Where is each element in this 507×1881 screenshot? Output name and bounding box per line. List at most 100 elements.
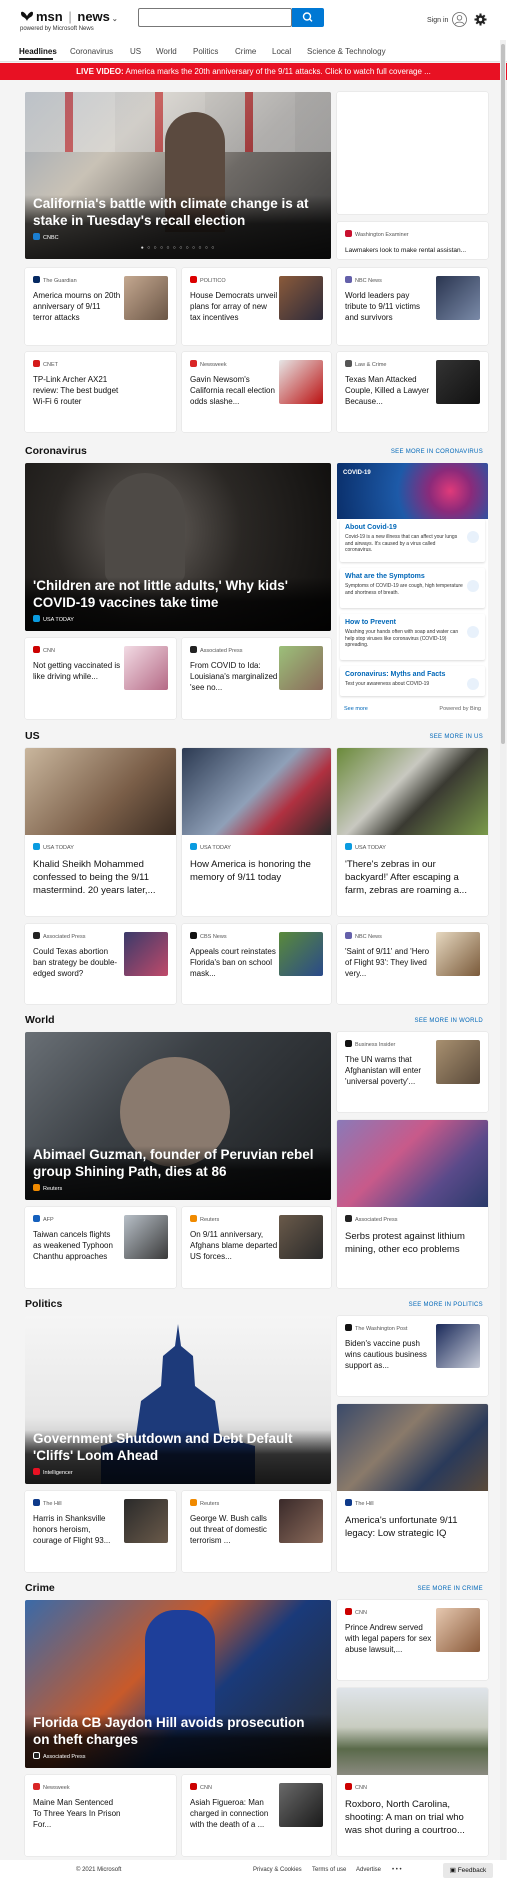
card-title[interactable]: Khalid Sheikh Mohammed confessed to bein…: [33, 858, 169, 897]
card-title[interactable]: Texas Man Attacked Couple, Killed a Lawy…: [345, 374, 433, 407]
covid-prevent-item[interactable]: How to Prevent Washing your hands often …: [340, 614, 485, 660]
card-title[interactable]: Serbs protest against lithium mining, ot…: [345, 1230, 481, 1256]
advertise-link[interactable]: Advertise: [356, 1867, 381, 1873]
msn-logo[interactable]: msn | news ⌄: [20, 9, 118, 24]
hero-title[interactable]: California's battle with climate change …: [33, 195, 323, 229]
card-title[interactable]: George W. Bush calls out threat of domes…: [190, 1513, 278, 1546]
covid-item-heading[interactable]: Coronavirus: Myths and Facts: [345, 671, 445, 678]
crime-side-card[interactable]: CNN Prince Andrew served with legal pape…: [337, 1600, 488, 1680]
see-more-coronavirus[interactable]: SEE MORE IN CORONAVIRUS: [391, 449, 483, 455]
us-card-2[interactable]: CBS News Appeals court reinstates Florid…: [182, 924, 331, 1004]
world-hero[interactable]: Abimael Guzman, founder of Peruvian rebe…: [25, 1032, 331, 1200]
crime-card-2[interactable]: CNN Asiah Figueroa: Man charged in conne…: [182, 1775, 331, 1856]
covid-see-more[interactable]: See more: [344, 706, 368, 712]
card-title[interactable]: Maine Man Sentenced To Three Years In Pr…: [33, 1797, 121, 1830]
section-heading-politics[interactable]: Politics: [25, 1298, 62, 1310]
headline-card-1[interactable]: The Guardian America mourns on 20th anni…: [25, 268, 176, 345]
see-more-us[interactable]: SEE MORE IN US: [429, 734, 483, 740]
tab-crime[interactable]: Crime: [235, 47, 256, 56]
card-title[interactable]: Gavin Newsom's California recall electio…: [190, 374, 278, 407]
card-title[interactable]: Taiwan cancels flights as weakened Typho…: [33, 1229, 121, 1262]
see-more-politics[interactable]: SEE MORE IN POLITICS: [409, 1302, 483, 1308]
section-heading-us[interactable]: US: [25, 730, 40, 742]
section-heading-crime[interactable]: Crime: [25, 1582, 55, 1594]
headline-card-4[interactable]: CNET TP-Link Archer AX21 review: The bes…: [25, 352, 176, 432]
us-big-card-1[interactable]: USA TODAY Khalid Sheikh Mohammed confess…: [25, 748, 176, 916]
see-more-world[interactable]: SEE MORE IN WORLD: [415, 1018, 483, 1024]
headline-card-3[interactable]: NBC News World leaders pay tribute to 9/…: [337, 268, 488, 345]
world-side-card[interactable]: Business Insider The UN warns that Afgha…: [337, 1032, 488, 1112]
hero-title[interactable]: 'Children are not little adults,' Why ki…: [33, 577, 323, 611]
world-card-2[interactable]: Reuters On 9/11 anniversary, Afghans bla…: [182, 1207, 331, 1288]
card-title[interactable]: TP-Link Archer AX21 review: The best bud…: [33, 374, 121, 407]
hero-title[interactable]: Florida CB Jaydon Hill avoids prosecutio…: [33, 1714, 323, 1748]
card-title[interactable]: Prince Andrew served with legal papers f…: [345, 1622, 433, 1655]
card-title[interactable]: From COVID to Ida: Louisiana's marginali…: [190, 660, 278, 693]
coronavirus-hero[interactable]: 'Children are not little adults,' Why ki…: [25, 463, 331, 631]
card-title[interactable]: On 9/11 anniversary, Afghans blame depar…: [190, 1229, 278, 1262]
breaking-news-banner[interactable]: LIVE VIDEO: America marks the 20th anniv…: [0, 63, 507, 80]
politics-card-1[interactable]: The Hill Harris in Shanksville honors he…: [25, 1491, 176, 1572]
world-card-1[interactable]: AFP Taiwan cancels flights as weakened T…: [25, 1207, 176, 1288]
card-title[interactable]: Appeals court reinstates Florida's ban o…: [190, 946, 278, 979]
card-title[interactable]: Harris in Shanksville honors heroism, co…: [33, 1513, 121, 1546]
card-title[interactable]: The UN warns that Afghanistan will enter…: [345, 1054, 433, 1087]
card-title[interactable]: World leaders pay tribute to 9/11 victim…: [345, 290, 433, 323]
card-title[interactable]: America's unfortunate 9/11 legacy: Low s…: [345, 1514, 481, 1540]
carousel-dots[interactable]: ● ○ ○ ○ ○ ○ ○ ○ ○ ○ ○ ○: [33, 245, 323, 251]
scrollbar-thumb[interactable]: [501, 44, 505, 744]
us-card-3[interactable]: NBC News 'Saint of 9/11' and 'Hero of Fl…: [337, 924, 488, 1004]
card-title[interactable]: Lawmakers look to make rental assistan..…: [345, 245, 466, 256]
headline-card-2[interactable]: POLITICO House Democrats unveil plans fo…: [182, 268, 331, 345]
tab-us[interactable]: US: [130, 47, 141, 56]
card-title[interactable]: Asiah Figueroa: Man charged in connectio…: [190, 1797, 278, 1830]
section-heading-world[interactable]: World: [25, 1014, 55, 1026]
politics-hero[interactable]: Government Shutdown and Debt Default 'Cl…: [25, 1316, 331, 1484]
tab-science-technology[interactable]: Science & Technology: [307, 47, 386, 56]
us-card-1[interactable]: Associated Press Could Texas abortion ba…: [25, 924, 176, 1004]
search-input[interactable]: [138, 8, 292, 27]
crime-side-big-card[interactable]: CNN Roxboro, North Carolina, shooting: A…: [337, 1688, 488, 1856]
card-title[interactable]: Roxboro, North Carolina, shooting: A man…: [345, 1798, 481, 1837]
us-big-card-3[interactable]: USA TODAY 'There's zebras in our backyar…: [337, 748, 488, 916]
card-title[interactable]: How America is honoring the memory of 9/…: [190, 858, 326, 884]
covid-item-heading[interactable]: What are the Symptoms: [345, 573, 425, 580]
avatar-icon[interactable]: [452, 12, 467, 27]
headline-card-6[interactable]: Law & Crime Texas Man Attacked Couple, K…: [337, 352, 488, 432]
world-side-big-card[interactable]: Associated Press Serbs protest against l…: [337, 1120, 488, 1288]
tab-coronavirus[interactable]: Coronavirus: [70, 47, 113, 56]
section-heading-coronavirus[interactable]: Coronavirus: [25, 445, 87, 457]
us-big-card-2[interactable]: USA TODAY How America is honoring the me…: [182, 748, 331, 916]
gear-icon[interactable]: [474, 13, 487, 26]
politics-card-2[interactable]: Reuters George W. Bush calls out threat …: [182, 1491, 331, 1572]
card-title[interactable]: 'There's zebras in our backyard!' After …: [345, 858, 481, 897]
card-title[interactable]: Could Texas abortion ban strategy be dou…: [33, 946, 121, 979]
covid-myths-item[interactable]: Coronavirus: Myths and Facts Test your a…: [340, 666, 485, 696]
sign-in-link[interactable]: Sign in: [427, 17, 448, 24]
card-title[interactable]: Not getting vaccinated is like driving w…: [33, 660, 121, 682]
covid-about-item[interactable]: About Covid-19 Covid-19 is a new illness…: [340, 519, 485, 562]
covid-item-heading[interactable]: About Covid-19: [345, 524, 397, 531]
chevron-down-icon[interactable]: ⌄: [112, 16, 118, 23]
hero-title[interactable]: Abimael Guzman, founder of Peruvian rebe…: [33, 1146, 323, 1180]
headline-hero[interactable]: California's battle with climate change …: [25, 92, 331, 259]
tab-world[interactable]: World: [156, 47, 177, 56]
section-name[interactable]: news: [77, 9, 110, 24]
headline-card-5[interactable]: Newsweek Gavin Newsom's California recal…: [182, 352, 331, 432]
card-title[interactable]: 'Saint of 9/11' and 'Hero of Flight 93':…: [345, 946, 433, 979]
coronavirus-card-2[interactable]: Associated Press From COVID to Ida: Loui…: [182, 638, 331, 719]
more-options-button[interactable]: • • •: [392, 1867, 402, 1873]
covid-item-heading[interactable]: How to Prevent: [345, 619, 396, 626]
feedback-button[interactable]: ▣ Feedback: [443, 1863, 493, 1878]
card-title[interactable]: House Democrats unveil plans for array o…: [190, 290, 278, 323]
tab-local[interactable]: Local: [272, 47, 291, 56]
crime-card-1[interactable]: Newsweek Maine Man Sentenced To Three Ye…: [25, 1775, 176, 1856]
privacy-link[interactable]: Privacy & Cookies: [253, 1867, 302, 1873]
search-button[interactable]: [292, 8, 324, 27]
coronavirus-card-1[interactable]: CNN Not getting vaccinated is like drivi…: [25, 638, 176, 719]
tab-politics[interactable]: Politics: [193, 47, 218, 56]
covid-symptoms-item[interactable]: What are the Symptoms Symptoms of COVID-…: [340, 568, 485, 608]
terms-link[interactable]: Terms of use: [312, 1867, 346, 1873]
card-title[interactable]: America mourns on 20th anniversary of 9/…: [33, 290, 121, 323]
hero-title[interactable]: Government Shutdown and Debt Default 'Cl…: [33, 1430, 323, 1464]
